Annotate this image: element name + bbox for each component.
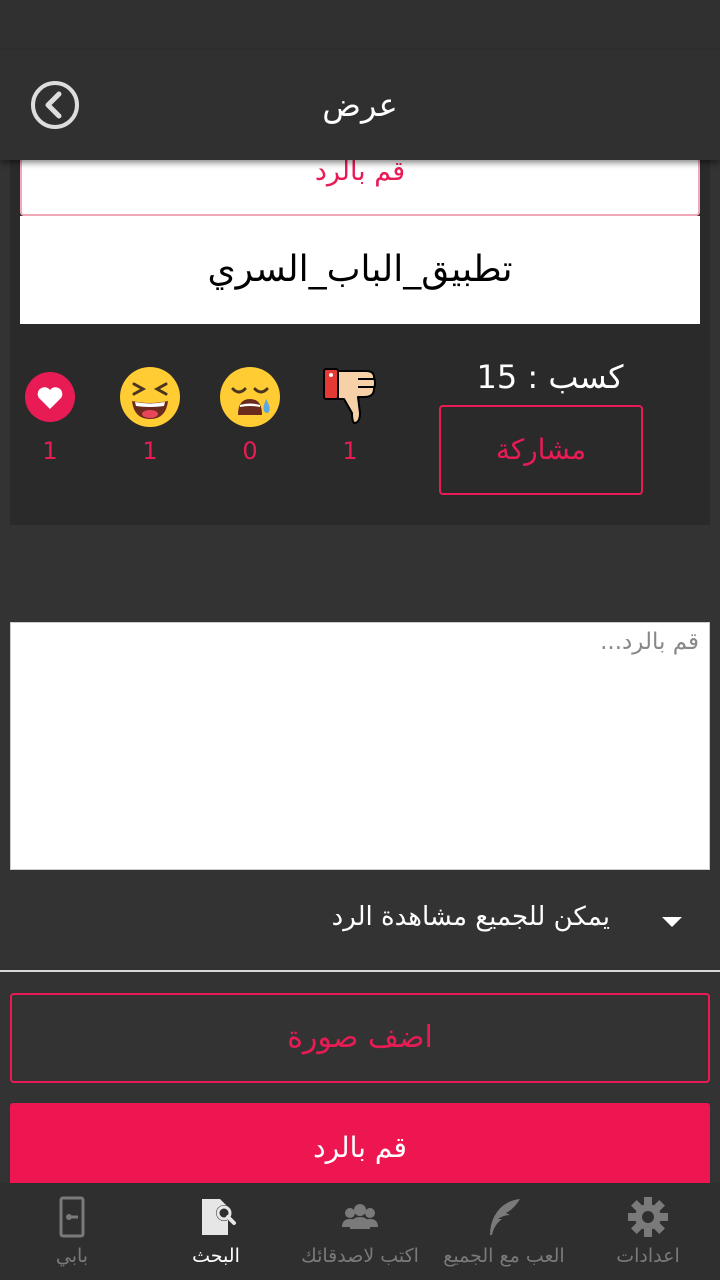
dropdown-arrow-icon: [662, 917, 682, 927]
add-photo-button[interactable]: اضف صورة: [10, 993, 710, 1083]
visibility-dropdown[interactable]: يمكن للجميع مشاهدة الرد: [0, 880, 720, 970]
crying-face-icon: [220, 367, 280, 427]
nav-my-door[interactable]: بابي: [0, 1183, 144, 1280]
bottom-navigation: اعدادات العب مع الجميع اكتب لاصدقائك الب…: [0, 1183, 720, 1280]
nav-play-with-all[interactable]: العب مع الجميع: [432, 1183, 576, 1280]
reaction-dislike[interactable]: 1: [315, 365, 385, 465]
reaction-count: 1: [342, 437, 358, 465]
gear-icon: [628, 1197, 668, 1237]
reaction-laugh[interactable]: 1: [115, 365, 185, 465]
nav-label: بابي: [55, 1245, 89, 1267]
nav-settings[interactable]: اعدادات: [576, 1183, 720, 1280]
reaction-count: 1: [142, 437, 158, 465]
divider: [0, 970, 720, 972]
points-earned: كسب : 15: [476, 358, 624, 396]
door-icon: [59, 1196, 85, 1238]
feather-icon: [490, 1199, 520, 1235]
heart-icon: [25, 372, 75, 422]
laughing-face-icon: [120, 367, 180, 427]
nav-write-friends[interactable]: اكتب لاصدقائك: [288, 1183, 432, 1280]
post-content: تطبيق_الباب_السري: [20, 216, 700, 324]
reaction-count: 1: [42, 437, 58, 465]
friends-icon: [342, 1204, 378, 1229]
post-card: قم بالرد تطبيق_الباب_السري 1 1 0 1 كسب:…: [10, 150, 710, 525]
nav-label: اعدادات: [616, 1245, 680, 1267]
search-document-icon: [202, 1199, 236, 1235]
reply-textarea[interactable]: قم بالرد...: [10, 622, 710, 870]
nav-label: العب مع الجميع: [443, 1245, 565, 1267]
reply-placeholder: قم بالرد...: [600, 629, 699, 655]
page-title: عرض: [322, 86, 398, 124]
thumbs-down-icon: [323, 368, 376, 424]
reaction-heart[interactable]: 1: [15, 365, 85, 465]
nav-label: البحث: [192, 1245, 240, 1267]
app-bar: عرض: [0, 50, 720, 160]
nav-label: اكتب لاصدقائك: [301, 1245, 419, 1267]
share-button[interactable]: مشاركة: [439, 405, 643, 495]
nav-search[interactable]: البحث: [144, 1183, 288, 1280]
reaction-cry[interactable]: 0: [215, 365, 285, 465]
reaction-count: 0: [242, 437, 258, 465]
status-bar: [0, 0, 720, 50]
visibility-selected: يمكن للجميع مشاهدة الرد: [331, 902, 610, 932]
